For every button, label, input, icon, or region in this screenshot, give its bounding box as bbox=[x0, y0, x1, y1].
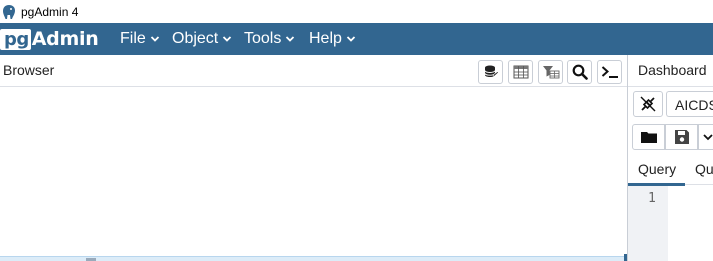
browser-panel-header: Browser bbox=[0, 55, 627, 87]
menu-file[interactable]: File bbox=[120, 23, 160, 55]
browser-tree-area[interactable] bbox=[0, 88, 627, 261]
chevron-down-icon bbox=[346, 36, 356, 42]
pgadmin-logo: pg Admin bbox=[0, 28, 99, 50]
right-panel-tab-bar: Dashboard bbox=[628, 55, 713, 87]
browser-panel-title: Browser bbox=[3, 62, 55, 78]
line-number: 1 bbox=[648, 191, 656, 206]
connection-row: AICDS bbox=[628, 87, 713, 119]
tab-query[interactable]: Query bbox=[638, 161, 676, 177]
menu-object-label: Object bbox=[172, 30, 219, 47]
panel-scroll-marker bbox=[624, 254, 627, 261]
search-icon bbox=[572, 64, 588, 80]
terminal-icon bbox=[601, 66, 618, 78]
menu-tools-label: Tools bbox=[244, 30, 282, 47]
search-objects-button[interactable] bbox=[567, 60, 592, 84]
chevron-down-icon bbox=[150, 36, 159, 42]
logo-admin: Admin bbox=[31, 28, 99, 50]
tab-query-history[interactable]: Qu bbox=[695, 161, 713, 177]
connection-status-button[interactable] bbox=[633, 91, 663, 117]
logo-pg: pg bbox=[0, 28, 31, 50]
tab-dashboard[interactable]: Dashboard bbox=[638, 62, 707, 78]
menu-object[interactable]: Object bbox=[172, 23, 232, 55]
view-data-icon bbox=[513, 65, 528, 79]
save-icon bbox=[674, 130, 689, 144]
menu-tools[interactable]: Tools bbox=[244, 23, 295, 55]
query-tool-icon bbox=[484, 65, 499, 77]
open-file-button[interactable] bbox=[632, 124, 665, 150]
view-data-button[interactable] bbox=[508, 60, 533, 84]
chevron-down-icon bbox=[223, 36, 232, 42]
chevron-down-icon bbox=[286, 36, 295, 42]
menu-file-label: File bbox=[120, 30, 146, 47]
query-tool-button[interactable] bbox=[478, 60, 503, 84]
folder-icon bbox=[640, 132, 657, 143]
menu-help[interactable]: Help bbox=[309, 23, 356, 55]
save-options-dropdown[interactable] bbox=[698, 124, 713, 150]
sql-editor[interactable]: 1 bbox=[628, 186, 713, 261]
filtered-rows-button[interactable] bbox=[538, 60, 563, 84]
window-title-bar: pgAdmin 4 bbox=[0, 0, 713, 23]
window-title: pgAdmin 4 bbox=[21, 4, 79, 19]
pgadmin-elephant-icon bbox=[3, 4, 15, 19]
query-tool-toolbar bbox=[628, 119, 713, 155]
main-menu-bar: pg Admin File Object Tools Help bbox=[0, 23, 713, 55]
editor-gutter: 1 bbox=[628, 186, 668, 261]
disconnected-plug-icon bbox=[640, 96, 656, 112]
filtered-rows-icon bbox=[542, 66, 559, 79]
psql-tool-button[interactable] bbox=[597, 60, 622, 84]
query-editor-tabs: Query Qu bbox=[628, 155, 713, 186]
chevron-down-icon bbox=[703, 134, 713, 141]
save-file-button[interactable] bbox=[665, 124, 698, 150]
connection-select[interactable]: AICDS bbox=[666, 91, 713, 117]
menu-help-label: Help bbox=[309, 30, 342, 47]
